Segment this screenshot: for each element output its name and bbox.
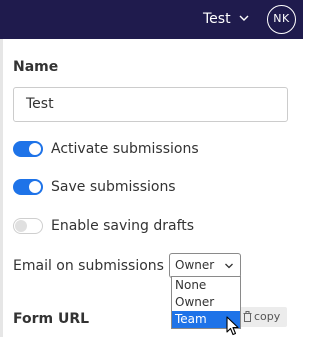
enable-saving-drafts-label: Enable saving drafts	[51, 218, 195, 234]
form-title[interactable]: Test	[203, 11, 231, 27]
option-none[interactable]: None	[172, 277, 240, 294]
toggle-knob	[15, 220, 27, 232]
mouse-cursor-icon	[226, 316, 239, 336]
toggle-knob	[29, 143, 41, 155]
form-url-label: Form URL	[13, 311, 90, 327]
chevron-down-icon	[225, 263, 233, 269]
email-on-submissions-label: Email on submissions	[13, 258, 164, 274]
chevron-down-icon[interactable]	[238, 12, 250, 24]
name-label: Name	[13, 59, 59, 75]
name-input[interactable]: Test	[13, 87, 288, 122]
copy-label: copy	[254, 310, 281, 323]
trash-icon	[243, 311, 252, 322]
save-submissions-toggle[interactable]	[13, 179, 43, 195]
email-select[interactable]: Owner	[169, 253, 241, 278]
save-submissions-label: Save submissions	[51, 179, 176, 195]
activate-submissions-toggle[interactable]	[13, 141, 43, 157]
toggle-knob	[29, 181, 41, 193]
top-bar: Test NK	[0, 0, 303, 39]
email-select-value: Owner	[175, 258, 215, 272]
copy-button[interactable]: copy	[238, 307, 287, 327]
option-owner[interactable]: Owner	[172, 294, 240, 311]
activate-submissions-label: Activate submissions	[51, 141, 199, 157]
avatar[interactable]: NK	[267, 5, 296, 34]
enable-saving-drafts-toggle[interactable]	[13, 218, 43, 234]
